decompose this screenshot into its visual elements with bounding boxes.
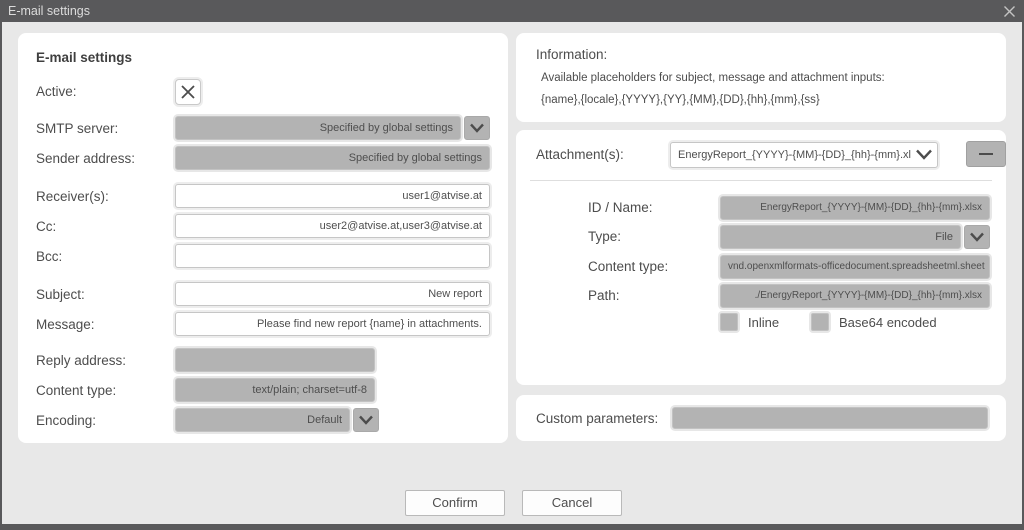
attachments-panel: Attachment(s): EnergyReport_{YYYY}-{MM}-… xyxy=(516,130,1006,385)
cc-label: Cc: xyxy=(36,218,57,234)
close-icon xyxy=(1003,5,1015,17)
attachment-content-type-row: Content type: vnd.openxmlformats-officed… xyxy=(588,254,990,279)
email-settings-panel: E-mail settings Active: SMTP server: Spe… xyxy=(18,33,508,443)
message-label: Message: xyxy=(36,316,95,332)
titlebar: E-mail settings xyxy=(0,0,1024,22)
information-line-1: Available placeholders for subject, mess… xyxy=(541,72,885,84)
sender-address-field: Specified by global settings xyxy=(175,146,490,170)
encoding-select[interactable]: Default xyxy=(175,408,350,432)
attachment-content-type-label: Content type: xyxy=(588,259,669,274)
receivers-input[interactable]: user1@atvise.at xyxy=(175,184,490,208)
base64-checkbox[interactable] xyxy=(811,313,829,331)
dialog-body: E-mail settings Active: SMTP server: Spe… xyxy=(2,22,1022,524)
close-button[interactable] xyxy=(1000,3,1018,19)
message-row: Message: Please find new report {name} i… xyxy=(36,311,490,337)
sender-address-label: Sender address: xyxy=(36,150,136,166)
information-line-2: {name},{locale},{YYYY},{YY},{MM},{DD},{h… xyxy=(541,94,820,106)
path-field: ./EnergyReport_{YYYY}-{MM}-{DD}_{hh}-{mm… xyxy=(720,283,990,308)
attachment-select[interactable]: EnergyReport_{YYYY}-{MM}-{DD}_{hh}-{mm}.… xyxy=(670,141,938,168)
id-name-field: EnergyReport_{YYYY}-{MM}-{DD}_{hh}-{mm}.… xyxy=(720,195,990,220)
type-label: Type: xyxy=(588,229,622,244)
reply-address-field xyxy=(175,348,375,372)
bcc-row: Bcc: xyxy=(36,243,490,269)
active-row: Active: xyxy=(36,78,490,105)
sender-address-row: Sender address: Specified by global sett… xyxy=(36,145,490,171)
bcc-label: Bcc: xyxy=(36,248,63,264)
chevron-down-icon xyxy=(916,149,932,160)
smtp-server-dropdown-button[interactable] xyxy=(464,116,490,140)
reply-address-label: Reply address: xyxy=(36,352,127,368)
reply-address-row: Reply address: xyxy=(36,347,490,373)
window-title: E-mail settings xyxy=(8,4,90,18)
encoding-dropdown-button[interactable] xyxy=(353,408,379,432)
smtp-server-row: SMTP server: Specified by global setting… xyxy=(36,115,490,141)
path-row: Path: ./EnergyReport_{YYYY}-{MM}-{DD}_{h… xyxy=(588,283,990,308)
id-name-row: ID / Name: EnergyReport_{YYYY}-{MM}-{DD}… xyxy=(588,195,990,220)
receivers-row: Receiver(s): user1@atvise.at xyxy=(36,183,490,209)
custom-parameters-panel: Custom parameters: xyxy=(516,395,1006,441)
email-settings-dialog: E-mail settings E-mail settings Active: … xyxy=(0,0,1024,530)
chevron-down-icon xyxy=(970,232,984,242)
custom-parameters-label: Custom parameters: xyxy=(536,410,659,426)
attachment-divider xyxy=(530,180,992,181)
custom-parameters-field[interactable] xyxy=(672,407,988,429)
inline-checkbox[interactable] xyxy=(720,313,738,331)
cancel-button[interactable]: Cancel xyxy=(522,490,622,516)
checkbox-x-icon xyxy=(181,84,195,99)
type-row: Type: File xyxy=(588,224,990,249)
information-heading: Information: xyxy=(536,47,608,62)
active-label: Active: xyxy=(36,84,77,99)
subject-row: Subject: New report xyxy=(36,281,490,307)
subject-label: Subject: xyxy=(36,286,85,302)
attachment-selected-value: EnergyReport_{YYYY}-{MM}-{DD}_{hh}-{mm}.… xyxy=(678,148,911,161)
type-dropdown-button[interactable] xyxy=(964,224,990,249)
content-type-row: Content type: text/plain; charset=utf-8 xyxy=(36,377,490,403)
type-select[interactable]: File xyxy=(720,224,961,249)
encoding-label: Encoding: xyxy=(36,412,97,428)
panel-heading: E-mail settings xyxy=(36,50,133,65)
base64-label: Base64 encoded xyxy=(839,314,937,330)
minus-icon xyxy=(979,153,993,155)
id-name-label: ID / Name: xyxy=(588,200,653,215)
subject-input[interactable]: New report xyxy=(175,282,490,306)
information-panel: Information: Available placeholders for … xyxy=(516,33,1006,122)
content-type-label: Content type: xyxy=(36,382,117,398)
chevron-down-icon xyxy=(470,123,484,133)
attachment-content-type-field: vnd.openxmlformats-officedocument.spread… xyxy=(720,254,990,279)
cc-row: Cc: user2@atvise.at,user3@atvise.at xyxy=(36,213,490,239)
remove-attachment-button[interactable] xyxy=(966,141,1006,167)
attachment-options-row: Inline Base64 encoded xyxy=(720,313,937,331)
smtp-server-label: SMTP server: xyxy=(36,120,119,136)
attachments-row: Attachment(s): EnergyReport_{YYYY}-{MM}-… xyxy=(536,141,1006,168)
cc-input[interactable]: user2@atvise.at,user3@atvise.at xyxy=(175,214,490,238)
message-input[interactable]: Please find new report {name} in attachm… xyxy=(175,312,490,336)
active-checkbox[interactable] xyxy=(175,78,201,105)
content-type-field: text/plain; charset=utf-8 xyxy=(175,378,375,402)
bcc-input[interactable] xyxy=(175,244,490,268)
receivers-label: Receiver(s): xyxy=(36,188,109,204)
confirm-button[interactable]: Confirm xyxy=(405,490,505,516)
path-label: Path: xyxy=(588,288,620,303)
custom-parameters-row: Custom parameters: xyxy=(536,405,994,431)
attachments-label: Attachment(s): xyxy=(536,147,624,162)
smtp-server-select[interactable]: Specified by global settings xyxy=(175,116,461,140)
chevron-down-icon xyxy=(359,415,373,425)
inline-label: Inline xyxy=(748,314,780,330)
encoding-row: Encoding: Default xyxy=(36,407,490,433)
